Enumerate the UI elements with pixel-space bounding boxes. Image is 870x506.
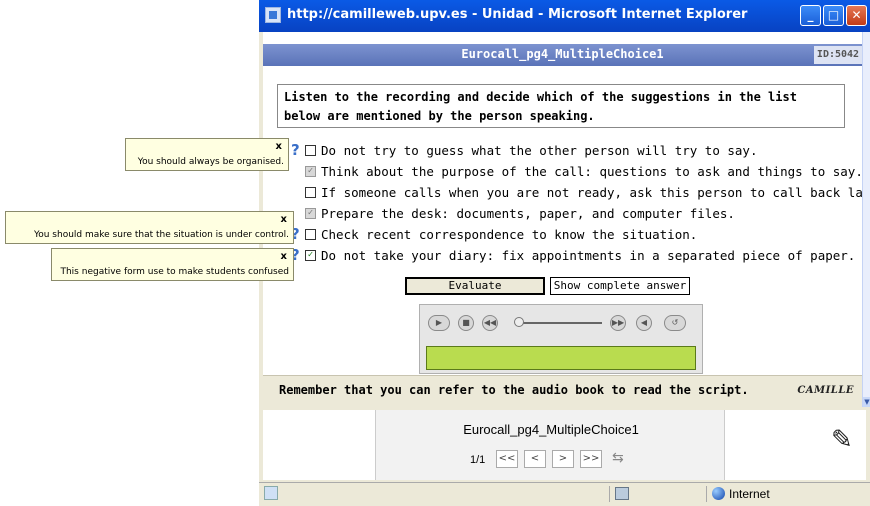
next-page-button[interactable]: >	[552, 450, 574, 468]
minimize-button[interactable]: _	[800, 5, 821, 26]
option-label: Do not try to guess what the other perso…	[321, 143, 758, 158]
loop-button[interactable]: ↺	[664, 315, 686, 331]
tooltip-close-button[interactable]: x	[276, 141, 282, 152]
feedback-tooltip: x You should make sure that the situatio…	[5, 211, 294, 244]
instruction-box: Listen to the recording and decide which…	[277, 84, 845, 128]
navigation-title: Eurocall_pg4_MultipleChoice1	[463, 422, 639, 437]
player-display	[426, 346, 696, 370]
progress-track[interactable]	[520, 322, 602, 324]
option-label: Do not take your diary: fix appointments…	[321, 248, 856, 263]
window-title: http://camilleweb.upv.es - Unidad - Micr…	[287, 7, 748, 22]
exercise-header: Eurocall_pg4_MultipleChoice1 ID:5042	[263, 44, 862, 66]
security-icon	[615, 487, 629, 500]
camille-logo: CAMILLE	[797, 385, 854, 396]
globe-icon	[712, 487, 725, 500]
option-checkbox[interactable]: ✓	[305, 208, 316, 219]
status-bar: Internet	[259, 482, 870, 506]
footer-note: Remember that you can refer to the audio…	[279, 383, 749, 397]
volume-button[interactable]: ◀	[636, 315, 652, 331]
progress-knob[interactable]	[514, 317, 524, 327]
option-label: Prepare the desk: documents, paper, and …	[321, 206, 735, 221]
option-checkbox[interactable]	[305, 145, 316, 156]
rewind-button[interactable]: ◀◀	[482, 315, 498, 331]
help-icon[interactable]: ?	[291, 141, 300, 159]
tooltip-text: You should make sure that the situation …	[33, 230, 289, 240]
option-checkbox[interactable]: ✓	[305, 166, 316, 177]
exercise-id-badge: ID:5042	[814, 46, 862, 64]
page-status-icon	[264, 486, 278, 500]
status-divider	[706, 486, 707, 502]
scroll-down-arrow-icon[interactable]: ▼	[863, 397, 870, 407]
evaluate-button[interactable]: Evaluate	[405, 277, 545, 295]
option-label: Check recent correspondence to know the …	[321, 227, 698, 242]
page-content: Eurocall_pg4_MultipleChoice1 ID:5042 Lis…	[263, 32, 862, 407]
tooltip-text: This negative form use to make students …	[60, 267, 289, 277]
swap-icon[interactable]: ⇆	[612, 450, 624, 466]
option-checkbox[interactable]: ✓	[305, 250, 316, 261]
show-answer-button[interactable]: Show complete answer	[550, 277, 690, 295]
first-page-button[interactable]: <<	[496, 450, 518, 468]
tooltip-close-button[interactable]: x	[281, 214, 287, 225]
exercise-footer: Remember that you can refer to the audio…	[263, 375, 862, 407]
stop-button[interactable]: ■	[458, 315, 474, 331]
title-bar[interactable]: http://camilleweb.upv.es - Unidad - Micr…	[259, 0, 870, 32]
option-checkbox[interactable]	[305, 229, 316, 240]
tooltip-close-button[interactable]: x	[281, 251, 287, 262]
navigation-area: Eurocall_pg4_MultipleChoice1 1/1 << < > …	[263, 410, 866, 480]
vertical-scrollbar[interactable]: ▼	[862, 32, 870, 407]
exercise-title: Eurocall_pg4_MultipleChoice1	[461, 47, 664, 61]
feedback-tooltip: x You should always be organised.	[125, 138, 289, 171]
close-button[interactable]: ✕	[846, 5, 867, 26]
navigation-panel: Eurocall_pg4_MultipleChoice1 1/1 << < > …	[375, 410, 725, 480]
option-label: Think about the purpose of the call: que…	[321, 164, 862, 179]
feedback-tooltip: x This negative form use to make student…	[51, 248, 294, 281]
ie-page-icon	[265, 7, 281, 23]
prev-page-button[interactable]: <	[524, 450, 546, 468]
last-page-button[interactable]: >>	[580, 450, 602, 468]
option-label: If someone calls when you are not ready,…	[321, 185, 862, 200]
forward-button[interactable]: ▶▶	[610, 315, 626, 331]
play-button[interactable]: ▶	[428, 315, 450, 331]
pen-icon[interactable]: ✎	[831, 425, 853, 455]
audio-player: ▶ ■ ◀◀ ▶▶ ◀ ↺	[419, 304, 703, 374]
status-divider	[609, 486, 610, 502]
browser-window: http://camilleweb.upv.es - Unidad - Micr…	[259, 0, 870, 506]
maximize-button[interactable]: □	[823, 5, 844, 26]
security-zone: Internet	[729, 487, 770, 501]
option-checkbox[interactable]	[305, 187, 316, 198]
tooltip-text: You should always be organised.	[137, 157, 284, 167]
page-count: 1/1	[470, 454, 486, 466]
